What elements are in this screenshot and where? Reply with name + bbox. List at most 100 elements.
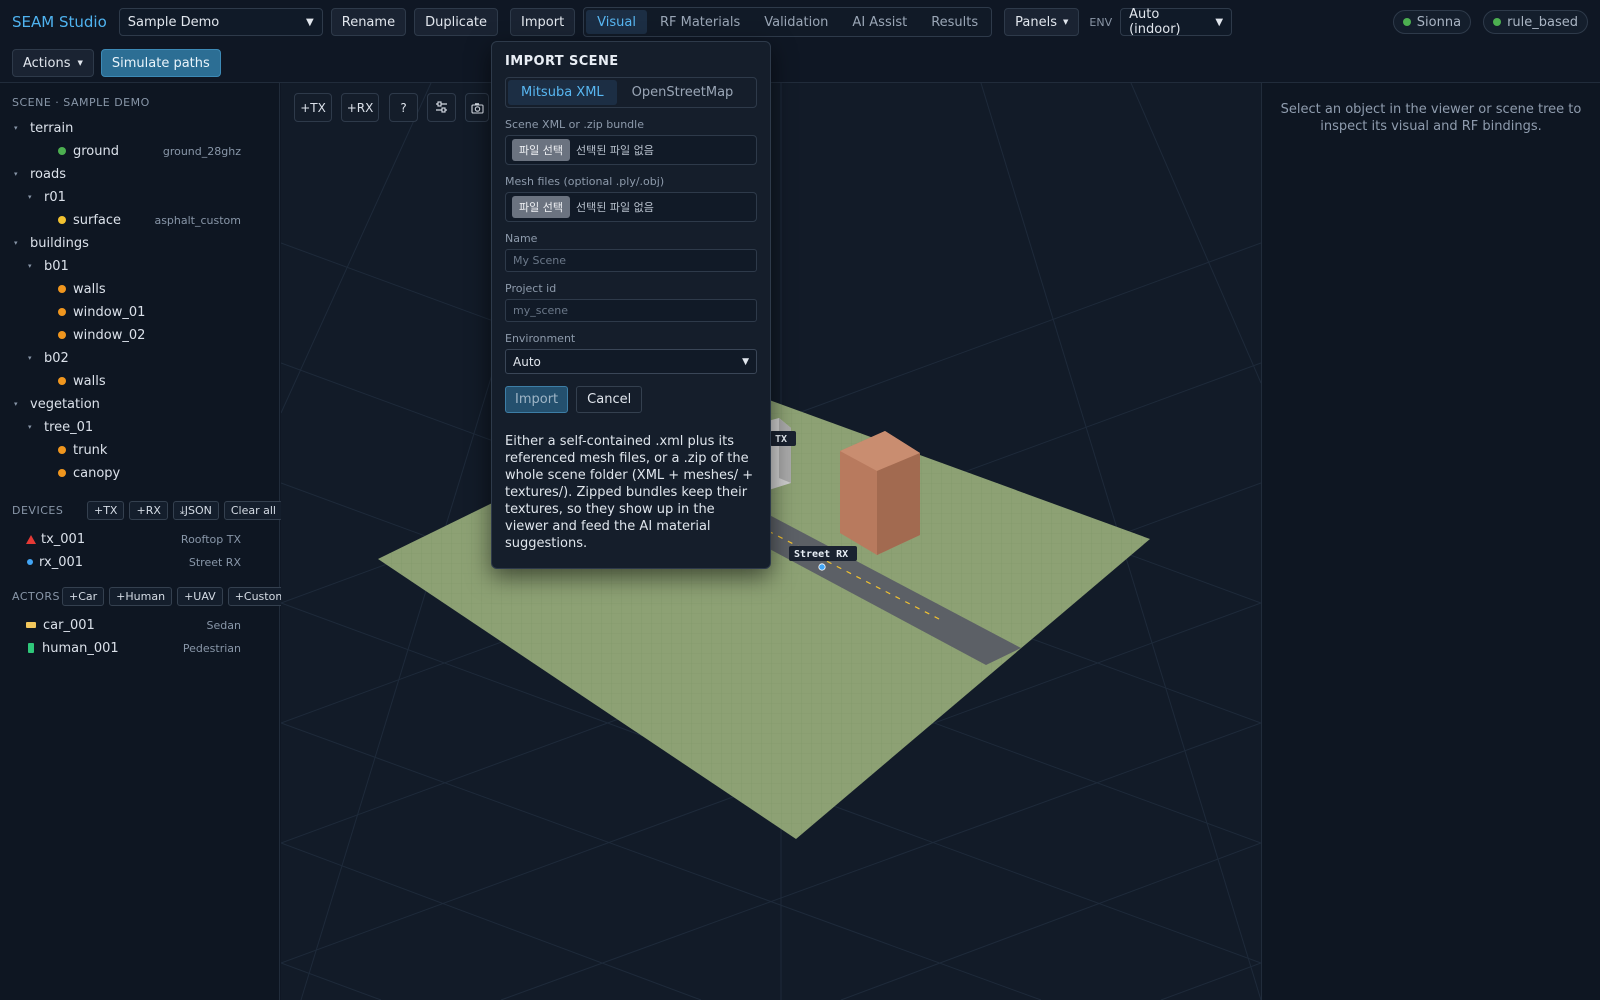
- tx-label: TX: [775, 434, 787, 445]
- simulate-paths-button[interactable]: Simulate paths: [100, 49, 221, 77]
- tree-item-surface[interactable]: surface asphalt_custom: [0, 209, 279, 231]
- app-brand: SEAM Studio: [12, 13, 107, 31]
- import-scene-modal: IMPORT SCENE Mitsuba XML OpenStreetMap S…: [491, 41, 771, 569]
- tab-results[interactable]: Results: [920, 10, 989, 34]
- help-button[interactable]: ?: [389, 93, 418, 122]
- caret-down-icon[interactable]: ▾: [14, 239, 24, 247]
- car-icon: [26, 622, 36, 628]
- xml-file-input[interactable]: 파일 선택 선택된 파일 없음: [505, 135, 757, 165]
- actor-item-car[interactable]: car_001 Sedan: [0, 614, 279, 636]
- rx-marker[interactable]: [818, 563, 826, 571]
- file-status: 선택된 파일 없음: [575, 144, 654, 157]
- add-uav-button[interactable]: +UAV: [177, 587, 223, 606]
- caret-down-icon[interactable]: ▾: [28, 423, 38, 431]
- status-pill-rule-based: rule_based: [1483, 10, 1588, 34]
- tree-item-label: b01: [44, 258, 69, 274]
- status-dot: [58, 147, 66, 155]
- add-car-button[interactable]: +Car: [62, 587, 105, 606]
- add-human-button[interactable]: +Human: [109, 587, 173, 606]
- caret-down-icon: ▼: [77, 59, 83, 67]
- tree-item-label: walls: [73, 373, 106, 389]
- devices-toolbar: +TX +RX ⤓JSON Clear all: [87, 501, 283, 520]
- tree-item-label: ground: [73, 143, 119, 159]
- mesh-file-input[interactable]: 파일 선택 선택된 파일 없음: [505, 192, 757, 222]
- tree-item-walls[interactable]: walls: [0, 370, 279, 392]
- panels-button[interactable]: Panels ▼: [1004, 8, 1080, 36]
- devices-title: DEVICES: [12, 504, 64, 517]
- caret-down-icon[interactable]: ▾: [28, 262, 38, 270]
- tree-item-tree-01[interactable]: ▾ tree_01: [0, 416, 279, 438]
- tab-visual[interactable]: Visual: [586, 10, 647, 34]
- add-tx-button[interactable]: +TX: [87, 501, 125, 520]
- viewer-add-tx-button[interactable]: +TX: [294, 93, 332, 122]
- env-select[interactable]: Auto (indoor) ▼: [1120, 7, 1233, 37]
- tab-ai-assist[interactable]: AI Assist: [841, 10, 918, 34]
- actors-title: ACTORS: [12, 590, 61, 603]
- device-item-rx[interactable]: rx_001 Street RX: [0, 551, 279, 573]
- scene-panel: SCENE · SAMPLE DEMO ▾ terrain ground ground…: [0, 83, 294, 1000]
- import-button[interactable]: Import: [510, 8, 576, 36]
- tree-item-terrain[interactable]: ▾ terrain: [0, 117, 279, 139]
- tree-item-label: tree_01: [44, 419, 94, 435]
- caret-down-icon[interactable]: ▾: [14, 124, 24, 132]
- name-input[interactable]: [505, 249, 757, 272]
- tree-item-label: roads: [30, 166, 67, 182]
- tree-item-window-02[interactable]: window_02: [0, 324, 279, 346]
- chevron-down-icon: ▼: [1215, 16, 1224, 28]
- caret-down-icon[interactable]: ▾: [28, 193, 38, 201]
- actions-button[interactable]: Actions ▼: [12, 49, 94, 77]
- cancel-button[interactable]: Cancel: [576, 386, 643, 413]
- tree-item-r01[interactable]: ▾ r01: [0, 186, 279, 208]
- tree-item-roads[interactable]: ▾ roads: [0, 163, 279, 185]
- tab-openstreetmap[interactable]: OpenStreetMap: [619, 80, 747, 105]
- viewer-add-rx-button[interactable]: +RX: [341, 93, 379, 122]
- caret-down-icon[interactable]: ▾: [28, 354, 38, 362]
- scene-tree-title: SCENE · SAMPLE DEMO: [12, 96, 150, 109]
- env-label: ENV: [1089, 15, 1113, 29]
- caret-down-icon[interactable]: ▾: [14, 400, 24, 408]
- device-label: rx_001: [39, 554, 84, 570]
- status-dot: [58, 285, 66, 293]
- screenshot-button[interactable]: [465, 93, 489, 122]
- tree-item-window-01[interactable]: window_01: [0, 301, 279, 323]
- tree-item-vegetation[interactable]: ▾ vegetation: [0, 393, 279, 415]
- status-dot: [58, 216, 66, 224]
- material-tag: asphalt_custom: [154, 213, 241, 227]
- circle-icon: [27, 559, 33, 565]
- tree-item-label: b02: [44, 350, 69, 366]
- tree-item-walls[interactable]: walls: [0, 278, 279, 300]
- tree-item-trunk[interactable]: trunk: [0, 439, 279, 461]
- tab-mitsuba-xml[interactable]: Mitsuba XML: [508, 80, 617, 105]
- file-status: 선택된 파일 없음: [575, 201, 654, 214]
- tree-item-label: canopy: [73, 465, 121, 481]
- caret-down-icon[interactable]: ▾: [14, 170, 24, 178]
- import-submit-button[interactable]: Import: [505, 386, 569, 413]
- secondary-toolbar: Actions ▼ Simulate paths: [0, 48, 1600, 78]
- scene-select[interactable]: Sample Demo ▼: [118, 8, 323, 36]
- tab-validation[interactable]: Validation: [753, 10, 839, 34]
- add-rx-button[interactable]: +RX: [129, 501, 168, 520]
- clear-all-button[interactable]: Clear all: [223, 501, 283, 520]
- tab-rf-materials[interactable]: RF Materials: [649, 10, 751, 34]
- tree-item-b02[interactable]: ▾ b02: [0, 347, 279, 369]
- rename-button[interactable]: Rename: [330, 8, 407, 36]
- viewer-canvas[interactable]: TX Street RX: [281, 83, 1261, 1000]
- tree-item-ground[interactable]: ground ground_28ghz: [0, 140, 279, 162]
- device-item-tx[interactable]: tx_001 Rooftop TX: [0, 528, 279, 550]
- choose-file-button[interactable]: 파일 선택: [512, 196, 570, 218]
- tree-item-canopy[interactable]: canopy: [0, 462, 279, 484]
- duplicate-button[interactable]: Duplicate: [414, 8, 499, 36]
- actor-tag: Pedestrian: [182, 641, 241, 655]
- actor-item-human[interactable]: human_001 Pedestrian: [0, 637, 279, 659]
- export-json-button[interactable]: ⤓JSON: [172, 501, 219, 520]
- modal-title: IMPORT SCENE: [505, 54, 619, 69]
- project-id-input[interactable]: [505, 299, 757, 322]
- settings-button[interactable]: [427, 93, 456, 122]
- tree-item-buildings[interactable]: ▾ buildings: [0, 232, 279, 254]
- tree-item-b01[interactable]: ▾ b01: [0, 255, 279, 277]
- choose-file-button[interactable]: 파일 선택: [512, 139, 570, 161]
- environment-select[interactable]: Auto ▼: [505, 349, 757, 374]
- chevron-down-icon: ▼: [306, 16, 314, 28]
- scene-viewer[interactable]: TX Street RX +TX +RX ?: [281, 83, 1261, 1000]
- camera-icon: [470, 102, 484, 114]
